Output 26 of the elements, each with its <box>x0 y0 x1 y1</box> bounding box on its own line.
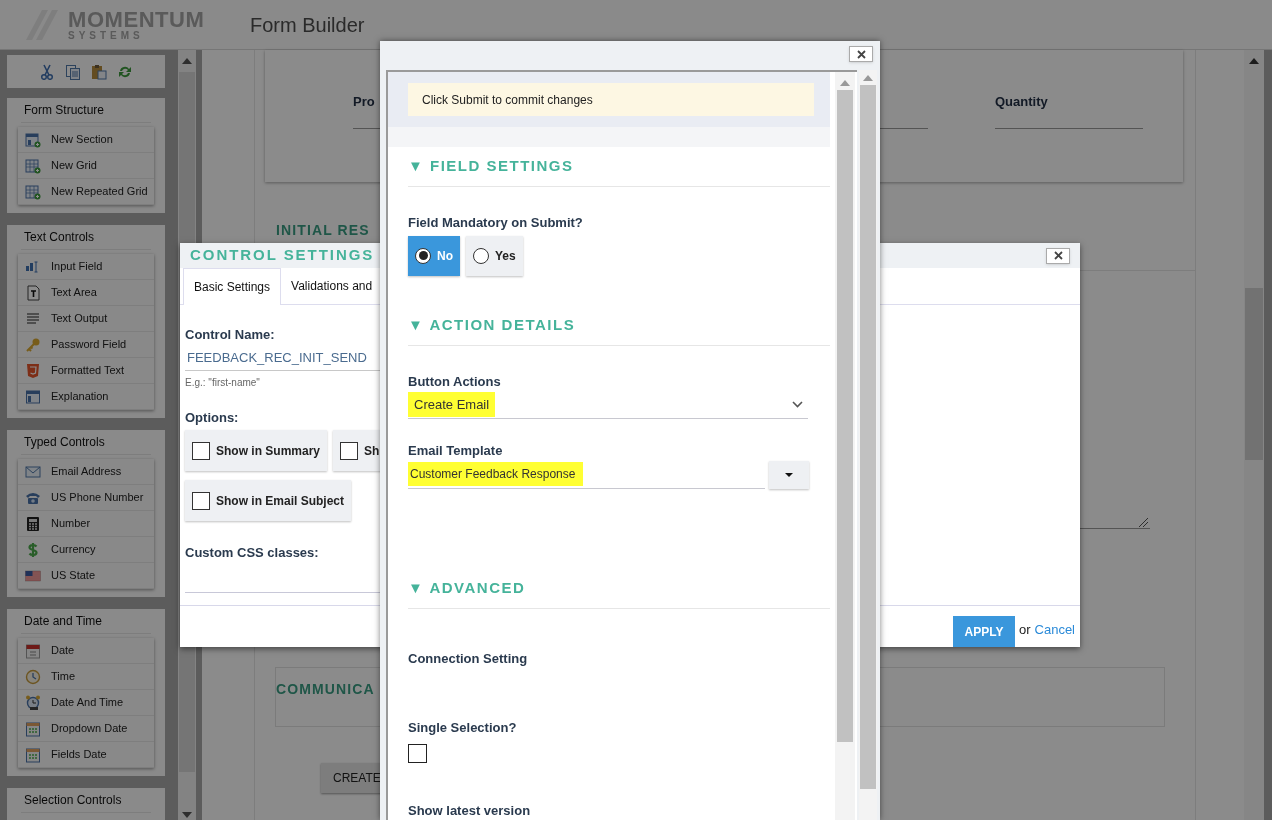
panel-title: Selection Controls <box>24 792 122 809</box>
page-title: Form Builder <box>250 12 365 38</box>
panel-title: Typed Controls <box>24 434 105 451</box>
field-value: Customer Feedback Response <box>408 462 584 486</box>
field-label: Email Template <box>408 442 503 460</box>
section-title: COMMUNICA <box>276 681 375 697</box>
dialog-title: CONTROL SETTINGS <box>190 245 375 266</box>
or-text: or <box>1018 620 1031 639</box>
section-title: INITIAL RES <box>276 222 370 238</box>
field-label: Control Name: <box>185 326 275 344</box>
panel-title: Date and Time <box>24 613 103 630</box>
field-value: FEEDBACK_REC_INIT_SEND <box>186 349 367 368</box>
field-label: Single Selection? <box>408 719 517 737</box>
field-label: Quantity <box>995 93 1048 108</box>
field-label: Custom CSS classes: <box>185 544 319 562</box>
field-label: Connection Setting <box>408 649 528 668</box>
field-label: Button Actions <box>408 372 501 391</box>
field-value: Create Email <box>408 391 496 418</box>
hint-text: E.g.: "first-name" <box>185 375 260 390</box>
field-label: Field Mandatory on Submit? <box>408 214 583 232</box>
field-label: Pro <box>353 93 375 108</box>
field-label: Show latest version <box>408 801 531 820</box>
field-label: Options: <box>185 408 239 427</box>
notice-text: Click Submit to commit changes <box>422 91 593 109</box>
panel-title: Form Structure <box>24 102 104 119</box>
panel-title: Text Controls <box>24 229 95 246</box>
